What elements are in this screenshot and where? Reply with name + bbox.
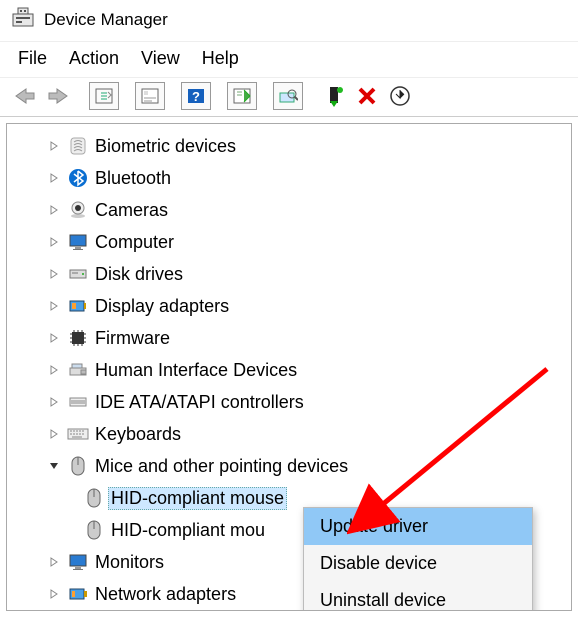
add-hardware-icon[interactable] bbox=[319, 82, 349, 110]
context-menu: Update driver Disable device Uninstall d… bbox=[303, 507, 533, 611]
titlebar: Device Manager bbox=[0, 0, 578, 42]
tree-node-keyboards[interactable]: Keyboards bbox=[17, 418, 561, 450]
back-icon[interactable] bbox=[10, 82, 40, 110]
forward-icon[interactable] bbox=[43, 82, 73, 110]
camera-icon bbox=[67, 199, 89, 221]
tree-label: Mice and other pointing devices bbox=[95, 456, 348, 477]
scan-hardware-icon[interactable] bbox=[273, 82, 303, 110]
window-title: Device Manager bbox=[44, 10, 168, 30]
update-icon[interactable] bbox=[385, 82, 415, 110]
chevron-right-icon[interactable] bbox=[45, 329, 63, 347]
properties-icon[interactable] bbox=[135, 82, 165, 110]
hid-icon bbox=[67, 359, 89, 381]
tree-node-firmware[interactable]: Firmware bbox=[17, 322, 561, 354]
context-disable-device[interactable]: Disable device bbox=[304, 545, 532, 582]
context-update-driver[interactable]: Update driver bbox=[304, 508, 532, 545]
menu-view[interactable]: View bbox=[141, 48, 180, 69]
device-tree-panel: Biometric devices Bluetooth Cameras bbox=[6, 123, 572, 611]
display-adapter-icon bbox=[67, 295, 89, 317]
toolbar: ? bbox=[0, 77, 578, 117]
monitor-icon bbox=[67, 551, 89, 573]
tree-node-hid[interactable]: Human Interface Devices bbox=[17, 354, 561, 386]
scan-icon[interactable] bbox=[227, 82, 257, 110]
tree-node-disk[interactable]: Disk drives bbox=[17, 258, 561, 290]
tree-label: Human Interface Devices bbox=[95, 360, 297, 381]
menubar: File Action View Help bbox=[0, 42, 578, 77]
chevron-down-icon[interactable] bbox=[45, 457, 63, 475]
tree-node-computer[interactable]: Computer bbox=[17, 226, 561, 258]
disk-icon bbox=[67, 263, 89, 285]
chevron-right-icon[interactable] bbox=[45, 393, 63, 411]
tree-node-display[interactable]: Display adapters bbox=[17, 290, 561, 322]
tree-label: Disk drives bbox=[95, 264, 183, 285]
monitor-icon bbox=[67, 231, 89, 253]
chevron-right-icon[interactable] bbox=[45, 297, 63, 315]
tree-node-biometric[interactable]: Biometric devices bbox=[17, 130, 561, 162]
menu-file[interactable]: File bbox=[18, 48, 47, 69]
mouse-icon bbox=[67, 455, 89, 477]
tree-node-ide[interactable]: IDE ATA/ATAPI controllers bbox=[17, 386, 561, 418]
menu-help[interactable]: Help bbox=[202, 48, 239, 69]
chevron-right-icon[interactable] bbox=[45, 137, 63, 155]
tree-label: Firmware bbox=[95, 328, 170, 349]
tree-node-mice[interactable]: Mice and other pointing devices bbox=[17, 450, 561, 482]
mouse-icon bbox=[83, 519, 105, 541]
chevron-right-icon[interactable] bbox=[45, 585, 63, 603]
tree-label: HID-compliant mou bbox=[111, 520, 265, 541]
chevron-right-icon[interactable] bbox=[45, 233, 63, 251]
chevron-right-icon[interactable] bbox=[45, 553, 63, 571]
menu-action[interactable]: Action bbox=[69, 48, 119, 69]
bluetooth-icon bbox=[67, 167, 89, 189]
tree-label: Display adapters bbox=[95, 296, 229, 317]
tree-label: HID-compliant mouse bbox=[108, 487, 287, 510]
help-icon[interactable]: ? bbox=[181, 82, 211, 110]
show-hide-icon[interactable] bbox=[89, 82, 119, 110]
tree-node-cameras[interactable]: Cameras bbox=[17, 194, 561, 226]
network-icon bbox=[67, 583, 89, 605]
tree-label: Bluetooth bbox=[95, 168, 171, 189]
fingerprint-icon bbox=[67, 135, 89, 157]
device-manager-icon bbox=[12, 6, 34, 33]
tree-label: Keyboards bbox=[95, 424, 181, 445]
tree-label: Biometric devices bbox=[95, 136, 236, 157]
chevron-right-icon[interactable] bbox=[45, 361, 63, 379]
tree-label: Computer bbox=[95, 232, 174, 253]
tree-label: Cameras bbox=[95, 200, 168, 221]
ide-icon bbox=[67, 391, 89, 413]
tree-label: Monitors bbox=[95, 552, 164, 573]
chip-icon bbox=[67, 327, 89, 349]
mouse-icon bbox=[83, 487, 105, 509]
tree-node-bluetooth[interactable]: Bluetooth bbox=[17, 162, 561, 194]
chevron-right-icon[interactable] bbox=[45, 201, 63, 219]
chevron-right-icon[interactable] bbox=[45, 425, 63, 443]
tree-label: Network adapters bbox=[95, 584, 236, 605]
svg-text:?: ? bbox=[192, 89, 200, 104]
tree-label: IDE ATA/ATAPI controllers bbox=[95, 392, 304, 413]
chevron-right-icon[interactable] bbox=[45, 169, 63, 187]
remove-icon[interactable] bbox=[352, 82, 382, 110]
chevron-right-icon[interactable] bbox=[45, 265, 63, 283]
keyboard-icon bbox=[67, 423, 89, 445]
context-uninstall-device[interactable]: Uninstall device bbox=[304, 582, 532, 611]
